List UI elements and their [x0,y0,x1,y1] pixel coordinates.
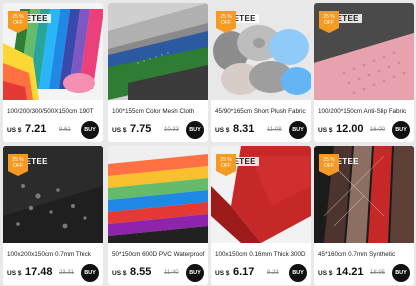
price: 12.00 [336,123,364,135]
currency: US $ [318,270,333,277]
price: 17.48 [25,266,53,278]
original-price: 16.00 [370,127,386,133]
original-price: 23.31 [59,270,75,276]
product-title[interactable]: 100/200*150cm Anti-Slip Fabric [318,108,412,115]
buy-button[interactable]: BUY [289,264,307,282]
price-row: US $ 7.21 9.61 BUY [7,121,101,139]
discount-off: OFF [324,20,334,26]
price-row: US $ 7.75 10.33 BUY [112,121,206,139]
product-title[interactable]: 100x150cm 0.16mm Thick 300D [215,251,309,258]
price-row: US $ 8.55 11.40 BUY [112,264,206,282]
product-card[interactable]: 25 % OFF EETEE 100/200*150cm Anti-Slip Fa… [314,3,414,142]
product-card[interactable]: 25 % OFF EETEE 45*160cm 0.7mm Synthetic U… [314,146,414,285]
product-card[interactable]: 25 % OFF EETEE 45/90*165cm Short Plush Fa… [211,3,311,142]
original-price: 8.23 [267,270,279,276]
product-card[interactable]: 25 % OFF EETEE 100x150cm 0.16mm Thick 300… [211,146,311,285]
original-price: 10.33 [164,127,180,133]
product-title[interactable]: 100/200/300/500X150cm 190T [7,108,101,115]
discount-off: OFF [13,20,23,26]
product-title[interactable]: 50*150cm 600D PVC Waterproof [112,251,206,258]
buy-button[interactable]: BUY [186,264,204,282]
currency: US $ [112,127,127,134]
buy-button[interactable]: BUY [186,121,204,139]
buy-button[interactable]: BUY [289,121,307,139]
price-row: US $ 8.31 11.08 BUY [215,121,309,139]
price: 7.21 [25,123,47,135]
price: 7.75 [130,123,152,135]
price: 8.55 [130,266,152,278]
discount-off: OFF [13,163,23,169]
buy-button[interactable]: BUY [81,264,99,282]
currency: US $ [215,270,230,277]
product-title[interactable]: 45/90*165cm Short Plush Fabric [215,108,309,115]
currency: US $ [112,270,127,277]
discount-off: OFF [324,163,334,169]
price: 6.17 [233,266,255,278]
original-price: 11.40 [164,270,179,276]
product-grid: 25 % OFF EETEE 100/200/300/500X150cm 190T… [0,0,416,286]
discount-off: OFF [221,20,231,26]
buy-button[interactable]: BUY [392,264,410,282]
product-card[interactable]: 50*150cm 600D PVC Waterproof US $ 8.55 1… [108,146,208,285]
product-card[interactable]: 100*155cm Color Mesh Cloth US $ 7.75 10.… [108,3,208,142]
currency: US $ [318,127,333,134]
price-row: US $ 12.00 16.00 BUY [318,121,412,139]
original-price: 11.08 [267,127,282,133]
product-title[interactable]: 100x200x150cm 0.7mm Thick [7,251,101,258]
product-card[interactable]: 25 % OFF EETEE 100/200/300/500X150cm 190T… [3,3,103,142]
original-price: 18.95 [370,270,386,276]
currency: US $ [7,270,22,277]
price-row: US $ 14.21 18.95 BUY [318,264,412,282]
original-price: 9.61 [59,127,71,133]
product-card[interactable]: 25 % OFF EETEE 100x200x150cm 0.7mm Thick … [3,146,103,285]
price-row: US $ 6.17 8.23 BUY [215,264,309,282]
product-image-pvc-waterproof-fabric[interactable] [108,146,208,243]
currency: US $ [215,127,230,134]
product-title[interactable]: 45*160cm 0.7mm Synthetic [318,251,412,258]
product-title[interactable]: 100*155cm Color Mesh Cloth [112,108,206,115]
currency: US $ [7,127,22,134]
price-row: US $ 17.48 23.31 BUY [7,264,101,282]
product-image-mesh-cloth[interactable] [108,3,208,100]
price: 8.31 [233,123,255,135]
buy-button[interactable]: BUY [81,121,99,139]
discount-off: OFF [221,163,231,169]
buy-button[interactable]: BUY [392,121,410,139]
price: 14.21 [336,266,364,278]
